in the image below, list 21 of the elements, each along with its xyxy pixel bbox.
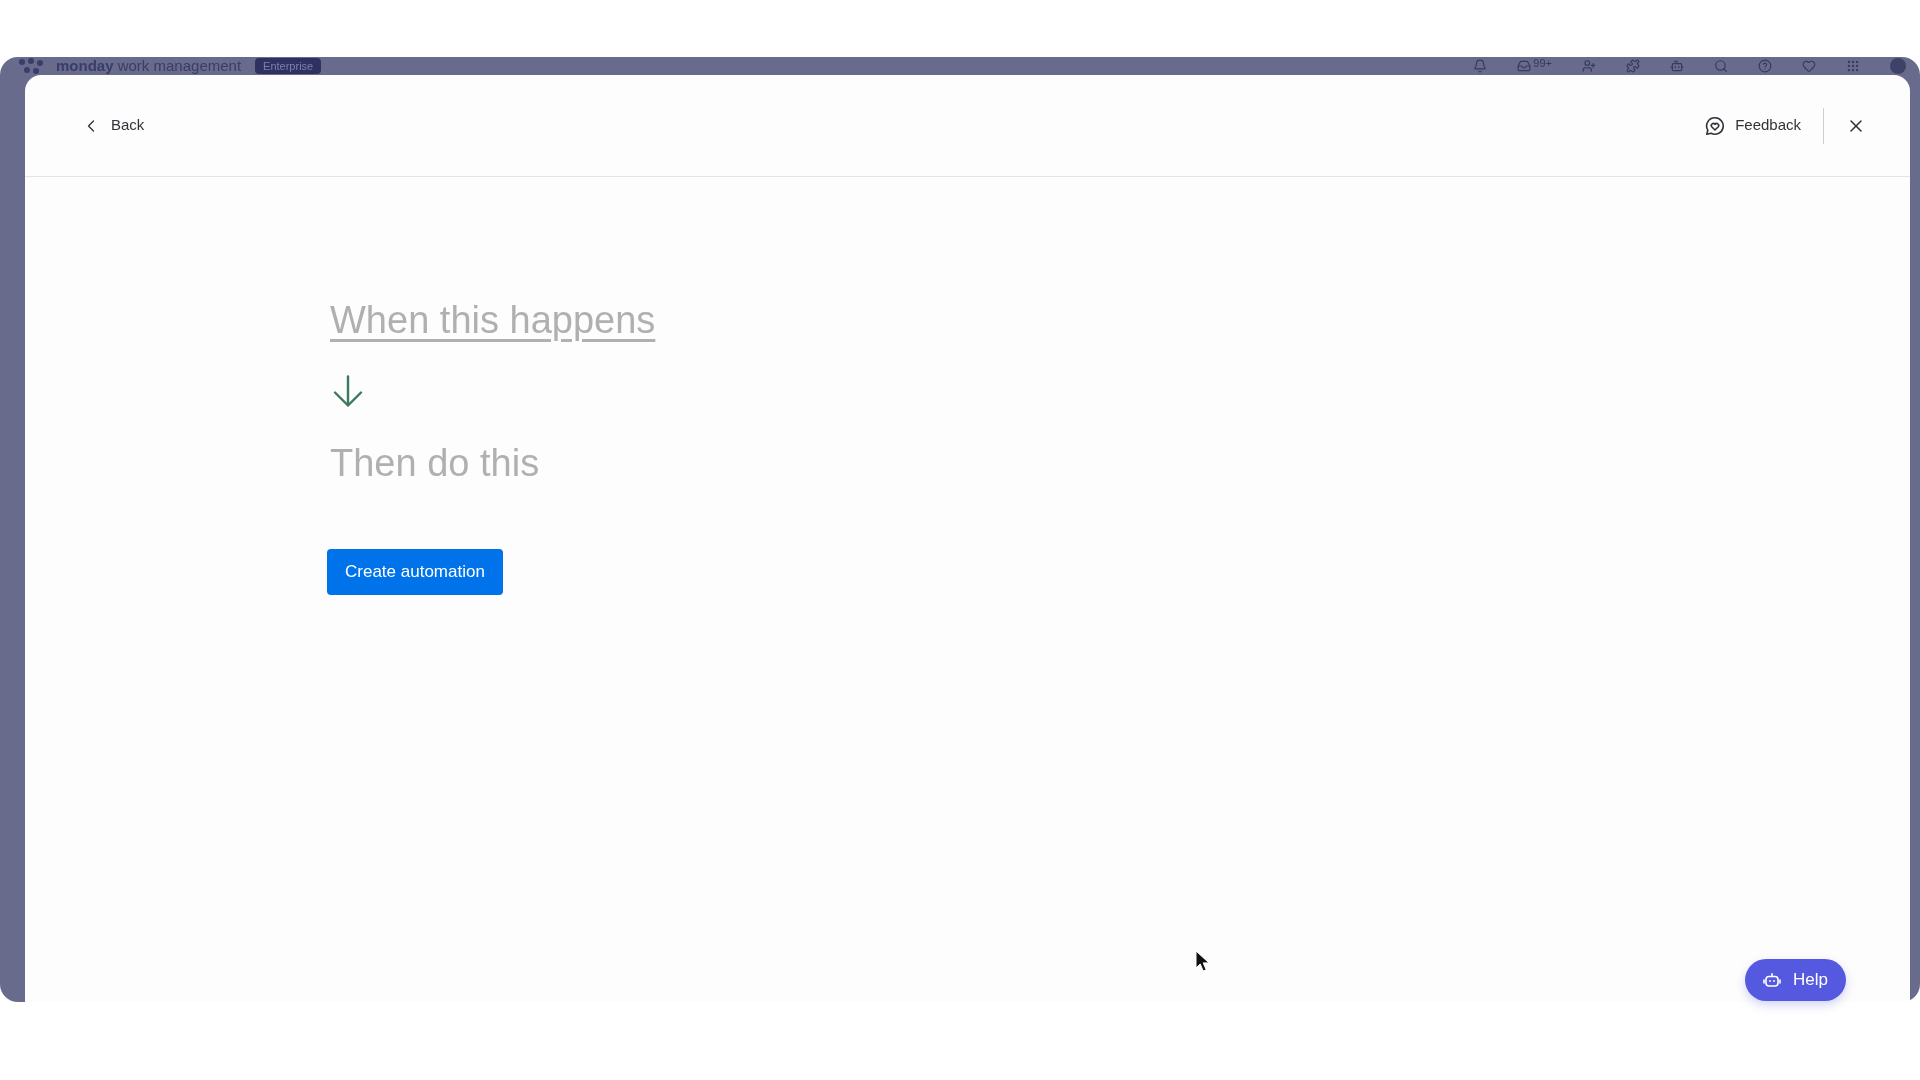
down-arrow-icon [333,375,363,407]
help-icon[interactable] [1758,59,1772,73]
robot-icon[interactable] [1670,59,1684,73]
avatar-icon[interactable] [1890,58,1906,74]
inbox-icon[interactable] [1517,59,1532,73]
apps-grid-icon[interactable] [1846,59,1860,73]
plan-badge: Enterprise [255,58,322,74]
create-automation-button[interactable]: Create automation [327,549,503,595]
bell-icon[interactable] [1473,59,1488,73]
cursor-icon [1195,950,1209,972]
chat-heart-icon [1705,115,1726,136]
feedback-button[interactable]: Feedback [1701,107,1805,144]
robot-icon [1763,973,1782,987]
puzzle-icon[interactable] [1626,59,1640,73]
search-icon[interactable] [1714,59,1728,73]
step-heading: Then do this [330,441,540,486]
logo-icon [18,58,44,74]
help-button[interactable]: Help [1745,959,1846,1001]
person-add-icon[interactable] [1582,59,1596,73]
heart-icon[interactable] [1802,59,1816,73]
back-button[interactable]: Back [77,107,149,144]
